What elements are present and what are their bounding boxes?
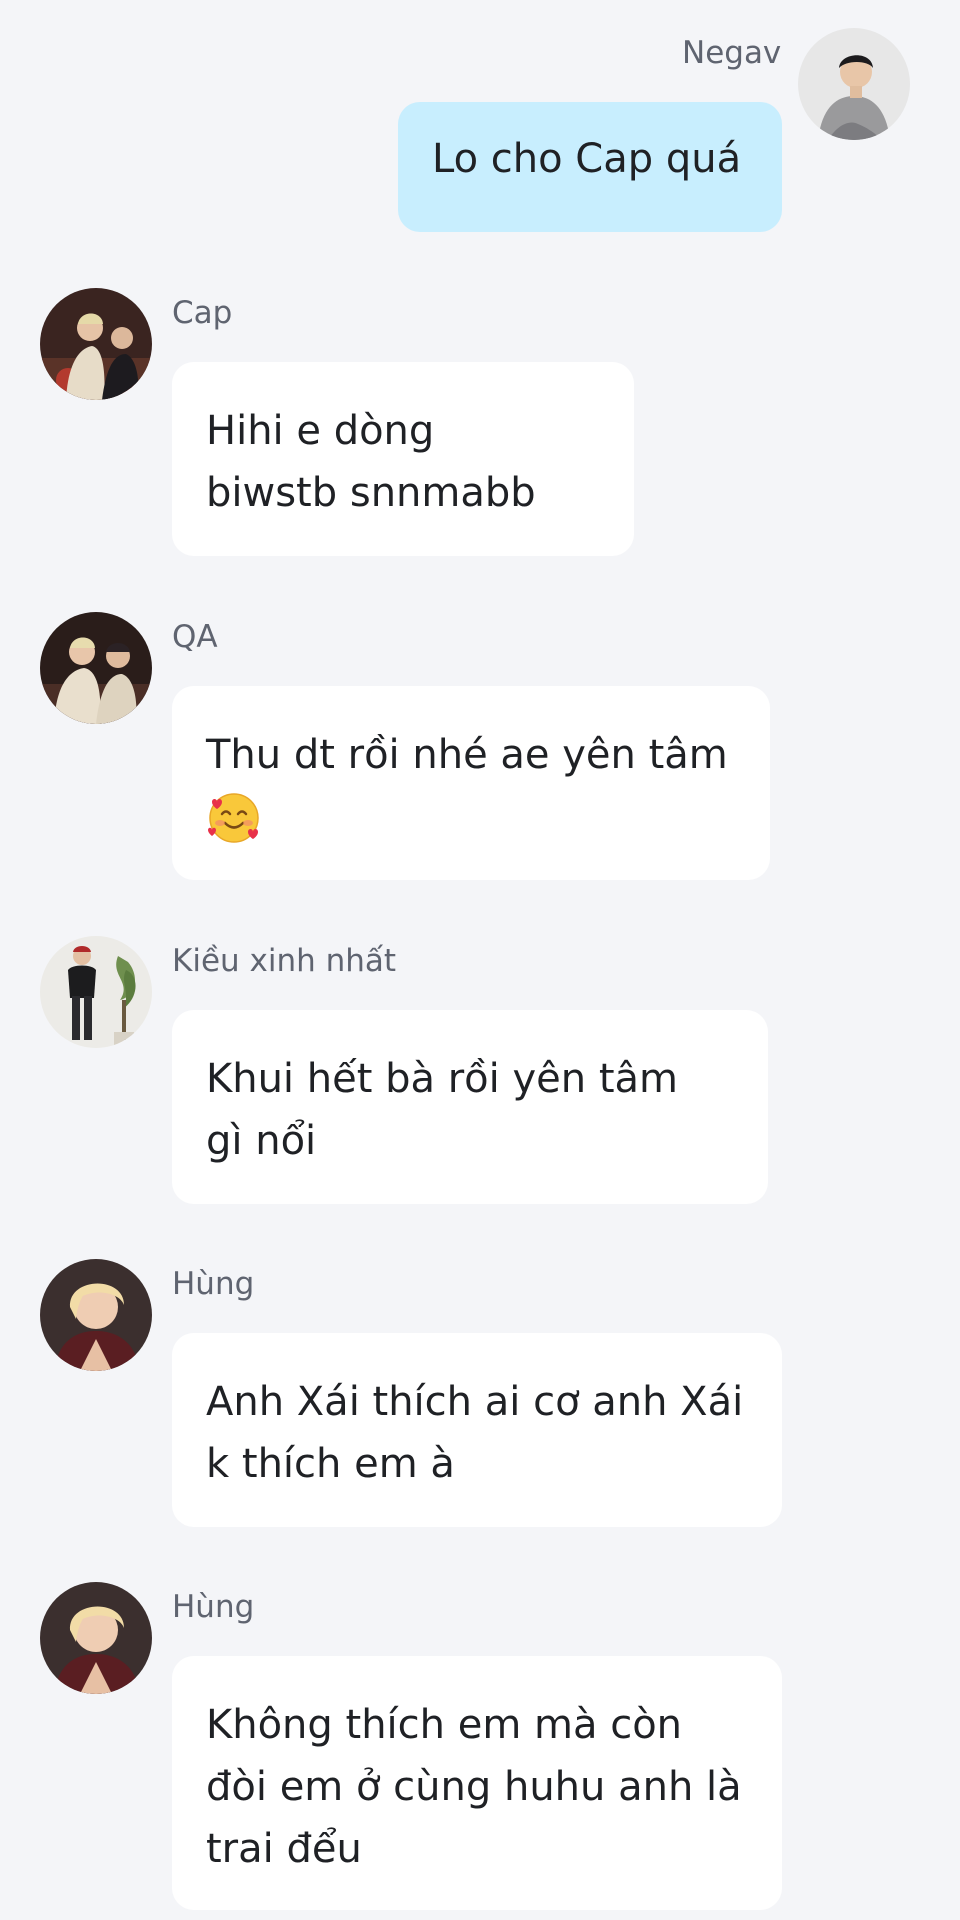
message-text: Thu dt rồi nhé ae yên tâm	[206, 732, 728, 778]
sender-name: Cap	[172, 295, 233, 331]
message-bubble[interactable]: Anh Xái thích ai cơ anh Xái k thích em à	[172, 1333, 782, 1527]
smiling-face-with-hearts-emoji	[208, 793, 259, 843]
message-text: Không thích em mà còn	[206, 1702, 683, 1748]
message-text: gì nổi	[206, 1118, 317, 1164]
blond-person-avatar	[40, 1582, 152, 1694]
chat-thread: Negav Lo cho Cap quá Cap Hihi e dòng biw…	[0, 0, 960, 1920]
message-bubble[interactable]: Hihi e dòng biwstb snnmabb	[172, 362, 634, 556]
avatar[interactable]	[40, 1259, 152, 1371]
message-bubble[interactable]: Không thích em mà còn đòi em ở cùng huhu…	[172, 1656, 782, 1910]
sender-name: Hùng	[172, 1589, 255, 1625]
sender-name: Negav	[682, 35, 782, 71]
message-bubble-outgoing[interactable]: Lo cho Cap quá	[398, 102, 782, 232]
message-text: Lo cho Cap quá	[432, 136, 742, 182]
message-bubble[interactable]: Thu dt rồi nhé ae yên tâm	[172, 686, 770, 880]
message-text: k thích em à	[206, 1441, 455, 1487]
sender-name: Kiều xinh nhất	[172, 943, 397, 979]
avatar[interactable]	[40, 612, 152, 724]
person-standing-plant-avatar	[40, 936, 152, 1048]
avatar[interactable]	[798, 28, 910, 140]
message-text: Khui hết bà rồi yên tâm	[206, 1056, 678, 1102]
man-grey-sweater-avatar	[798, 28, 910, 140]
message-bubble[interactable]: Khui hết bà rồi yên tâm gì nổi	[172, 1010, 768, 1204]
sender-name: QA	[172, 619, 218, 655]
avatar[interactable]	[40, 1582, 152, 1694]
avatar[interactable]	[40, 936, 152, 1048]
message-text: Anh Xái thích ai cơ anh Xái	[206, 1379, 744, 1425]
avatar[interactable]	[40, 288, 152, 400]
message-text: biwstb snnmabb	[206, 470, 536, 516]
two-people-couch-avatar	[40, 288, 152, 400]
message-text: Hihi e dòng	[206, 408, 435, 454]
message-text: trai đểu	[206, 1826, 362, 1872]
message-text: đòi em ở cùng huhu anh là	[206, 1764, 742, 1810]
two-people-couch-avatar	[40, 612, 152, 724]
blond-person-avatar	[40, 1259, 152, 1371]
sender-name: Hùng	[172, 1266, 255, 1302]
